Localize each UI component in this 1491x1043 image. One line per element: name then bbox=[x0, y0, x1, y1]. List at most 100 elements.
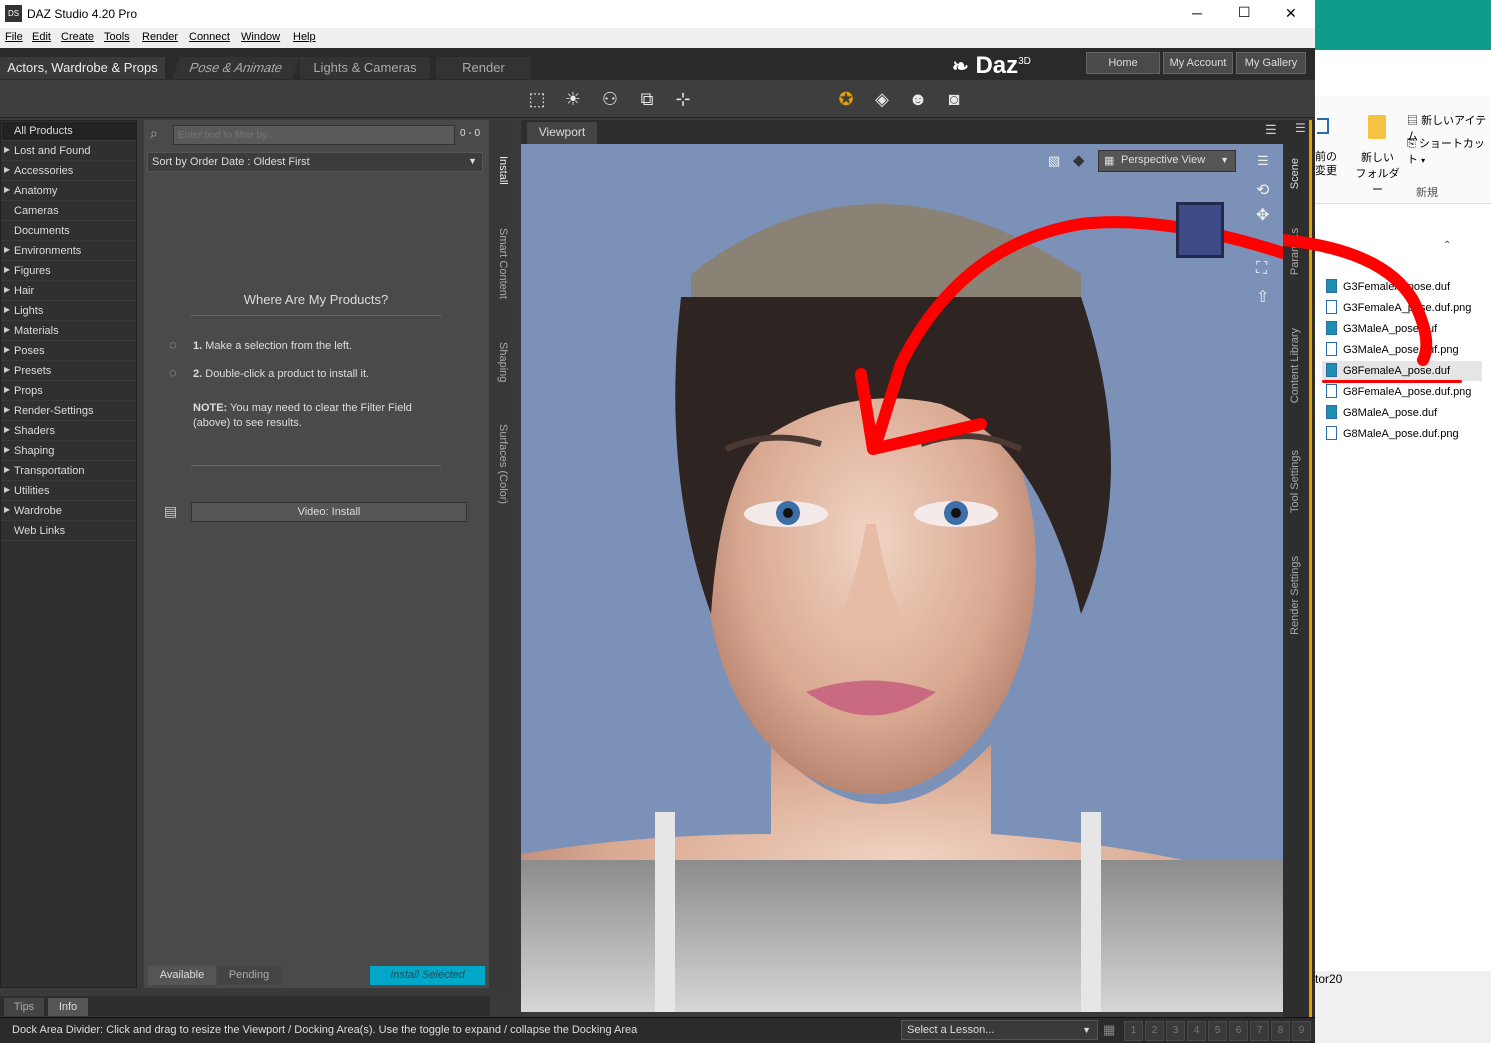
lesson-page-button[interactable]: 9 bbox=[1292, 1021, 1311, 1041]
category-item[interactable]: ▶ Transportation bbox=[2, 462, 136, 481]
tab-render[interactable]: Render bbox=[436, 57, 531, 79]
expand-arrow-icon[interactable]: ▶ bbox=[4, 425, 10, 434]
expand-arrow-icon[interactable]: ▶ bbox=[4, 185, 10, 194]
lesson-select[interactable]: Select a Lesson... ▼ bbox=[901, 1020, 1098, 1040]
tab-tips[interactable]: Tips bbox=[4, 998, 44, 1016]
lesson-page-button[interactable]: 1 bbox=[1124, 1021, 1143, 1041]
install-selected-button[interactable]: Install Selected bbox=[370, 966, 485, 985]
expand-arrow-icon[interactable]: ▶ bbox=[4, 165, 10, 174]
category-item[interactable]: ▶ Wardrobe bbox=[2, 502, 136, 521]
tab-tool-settings[interactable]: Tool Settings bbox=[1289, 450, 1307, 513]
surface-selection-icon[interactable]: ◈ bbox=[869, 86, 895, 112]
filter-input[interactable] bbox=[173, 125, 455, 145]
home-button[interactable]: Home bbox=[1086, 52, 1160, 74]
minimize-button[interactable]: ─ bbox=[1192, 5, 1202, 21]
tab-info[interactable]: Info bbox=[48, 998, 88, 1016]
render-mode-icon[interactable]: ▧ bbox=[1048, 153, 1060, 169]
universal-tool-icon[interactable]: ✪ bbox=[833, 86, 859, 112]
camera-icon[interactable]: ◙ bbox=[941, 86, 967, 112]
category-item[interactable]: ▶ Render-Settings bbox=[2, 402, 136, 421]
rigging-icon[interactable]: ⊹ bbox=[670, 86, 696, 112]
menu-help[interactable]: Help bbox=[293, 31, 316, 43]
expand-arrow-icon[interactable]: ▶ bbox=[4, 365, 10, 374]
expand-arrow-icon[interactable]: ▶ bbox=[4, 305, 10, 314]
expand-arrow-icon[interactable]: ▶ bbox=[4, 285, 10, 294]
tab-available[interactable]: Available bbox=[148, 966, 216, 985]
expand-arrow-icon[interactable]: ▶ bbox=[4, 405, 10, 414]
tab-lights-cameras[interactable]: Lights & Cameras bbox=[300, 57, 430, 79]
expand-arrow-icon[interactable]: ▶ bbox=[4, 265, 10, 274]
tab-actors-wardrobe-props[interactable]: Actors, Wardrobe & Props bbox=[0, 57, 165, 79]
category-item[interactable]: Cameras bbox=[2, 202, 136, 221]
menu-window[interactable]: Window bbox=[241, 31, 280, 43]
viewport[interactable]: ▦ Perspective View ▼ ▧ ◆ ☰ ⟲ ✥ ⛶ ⇧ bbox=[521, 144, 1283, 1012]
lesson-page-button[interactable]: 7 bbox=[1250, 1021, 1269, 1041]
viewport-options-icon[interactable]: ☰ bbox=[1257, 153, 1269, 169]
category-item[interactable]: ▶ Presets bbox=[2, 362, 136, 381]
category-item[interactable]: ▶ Poses bbox=[2, 342, 136, 361]
maximize-button[interactable]: ☐ bbox=[1238, 4, 1251, 21]
merge-icon[interactable]: ⧉ bbox=[634, 86, 660, 112]
category-item[interactable]: ▶ Utilities bbox=[2, 482, 136, 501]
my-account-button[interactable]: My Account bbox=[1163, 52, 1233, 74]
tab-viewport[interactable]: Viewport bbox=[527, 122, 597, 144]
expand-arrow-icon[interactable]: ▶ bbox=[4, 325, 10, 334]
video-install-button[interactable]: Video: Install bbox=[191, 502, 467, 522]
expand-arrow-icon[interactable]: ▶ bbox=[4, 385, 10, 394]
expand-arrow-icon[interactable]: ▶ bbox=[4, 345, 10, 354]
expand-arrow-icon[interactable]: ▶ bbox=[4, 505, 10, 514]
expand-arrow-icon[interactable]: ▶ bbox=[4, 245, 10, 254]
category-item[interactable]: ▶ Lost and Found bbox=[2, 142, 136, 161]
tab-surfaces[interactable]: Surfaces (Color) bbox=[491, 424, 509, 504]
draw-style-icon[interactable]: ◆ bbox=[1073, 151, 1085, 169]
file-item[interactable]: G8FemaleA_pose.duf.png bbox=[1326, 382, 1486, 402]
environment-icon[interactable]: ☀ bbox=[560, 86, 586, 112]
lesson-page-button[interactable]: 6 bbox=[1229, 1021, 1248, 1041]
menu-tools[interactable]: Tools bbox=[104, 31, 130, 43]
lesson-page-button[interactable]: 5 bbox=[1208, 1021, 1227, 1041]
file-item[interactable]: G8MaleA_pose.duf.png bbox=[1326, 424, 1486, 444]
category-item[interactable]: ▶ Hair bbox=[2, 282, 136, 301]
category-item[interactable]: Documents bbox=[2, 222, 136, 241]
file-item[interactable]: G8MaleA_pose.duf bbox=[1326, 403, 1486, 423]
category-item[interactable]: ▶ Shaders bbox=[2, 422, 136, 441]
menu-edit[interactable]: Edit bbox=[32, 31, 51, 43]
new-folder-button[interactable]: 新しい フォルダー bbox=[1355, 115, 1400, 197]
orbit-icon[interactable]: ⟲ bbox=[1256, 180, 1269, 200]
tab-smart-content[interactable]: Smart Content bbox=[491, 228, 509, 299]
category-item[interactable]: ▶ Environments bbox=[2, 242, 136, 261]
sort-select[interactable]: Sort by Order Date : Oldest First ▼ bbox=[147, 152, 483, 172]
menu-render[interactable]: Render bbox=[142, 31, 178, 43]
category-item[interactable]: ▶ Accessories bbox=[2, 162, 136, 181]
tab-pose-animate[interactable]: Pose & Animate bbox=[171, 57, 301, 79]
expand-arrow-icon[interactable]: ▶ bbox=[4, 145, 10, 154]
view-cube[interactable] bbox=[1176, 202, 1224, 258]
category-item[interactable]: ▶ Props bbox=[2, 382, 136, 401]
tab-install[interactable]: Install bbox=[491, 156, 509, 185]
menu-create[interactable]: Create bbox=[61, 31, 94, 43]
node-selection-icon[interactable]: ☻ bbox=[905, 86, 931, 112]
category-item[interactable]: ▶ Materials bbox=[2, 322, 136, 341]
tab-pending[interactable]: Pending bbox=[217, 966, 281, 985]
menu-connect[interactable]: Connect bbox=[189, 31, 230, 43]
category-item[interactable]: ▶ Lights bbox=[2, 302, 136, 321]
lesson-page-button[interactable]: 8 bbox=[1271, 1021, 1290, 1041]
expand-arrow-icon[interactable]: ▶ bbox=[4, 445, 10, 454]
figure-setup-icon[interactable]: ⚇ bbox=[597, 86, 623, 112]
reset-view-icon[interactable]: ⇧ bbox=[1256, 287, 1269, 307]
my-gallery-button[interactable]: My Gallery bbox=[1236, 52, 1306, 74]
perspective-view-select[interactable]: ▦ Perspective View ▼ bbox=[1098, 150, 1236, 172]
category-item[interactable]: Web Links bbox=[2, 522, 136, 541]
new-primitive-icon[interactable]: ⬚ bbox=[524, 86, 550, 112]
category-item[interactable]: ▶ Shaping bbox=[2, 442, 136, 461]
dock-menu-icon[interactable]: ☰ bbox=[1295, 121, 1306, 135]
viewport-menu-icon[interactable]: ☰ bbox=[1265, 122, 1277, 138]
tab-scene[interactable]: Scene bbox=[1289, 158, 1307, 189]
lesson-page-button[interactable]: 4 bbox=[1187, 1021, 1206, 1041]
lesson-page-button[interactable]: 2 bbox=[1145, 1021, 1164, 1041]
lesson-page-button[interactable]: 3 bbox=[1166, 1021, 1185, 1041]
pan-icon[interactable]: ✥ bbox=[1256, 205, 1269, 225]
tab-render-settings[interactable]: Render Settings bbox=[1289, 556, 1307, 635]
expand-arrow-icon[interactable]: ▶ bbox=[4, 485, 10, 494]
close-button[interactable]: ✕ bbox=[1285, 5, 1297, 22]
